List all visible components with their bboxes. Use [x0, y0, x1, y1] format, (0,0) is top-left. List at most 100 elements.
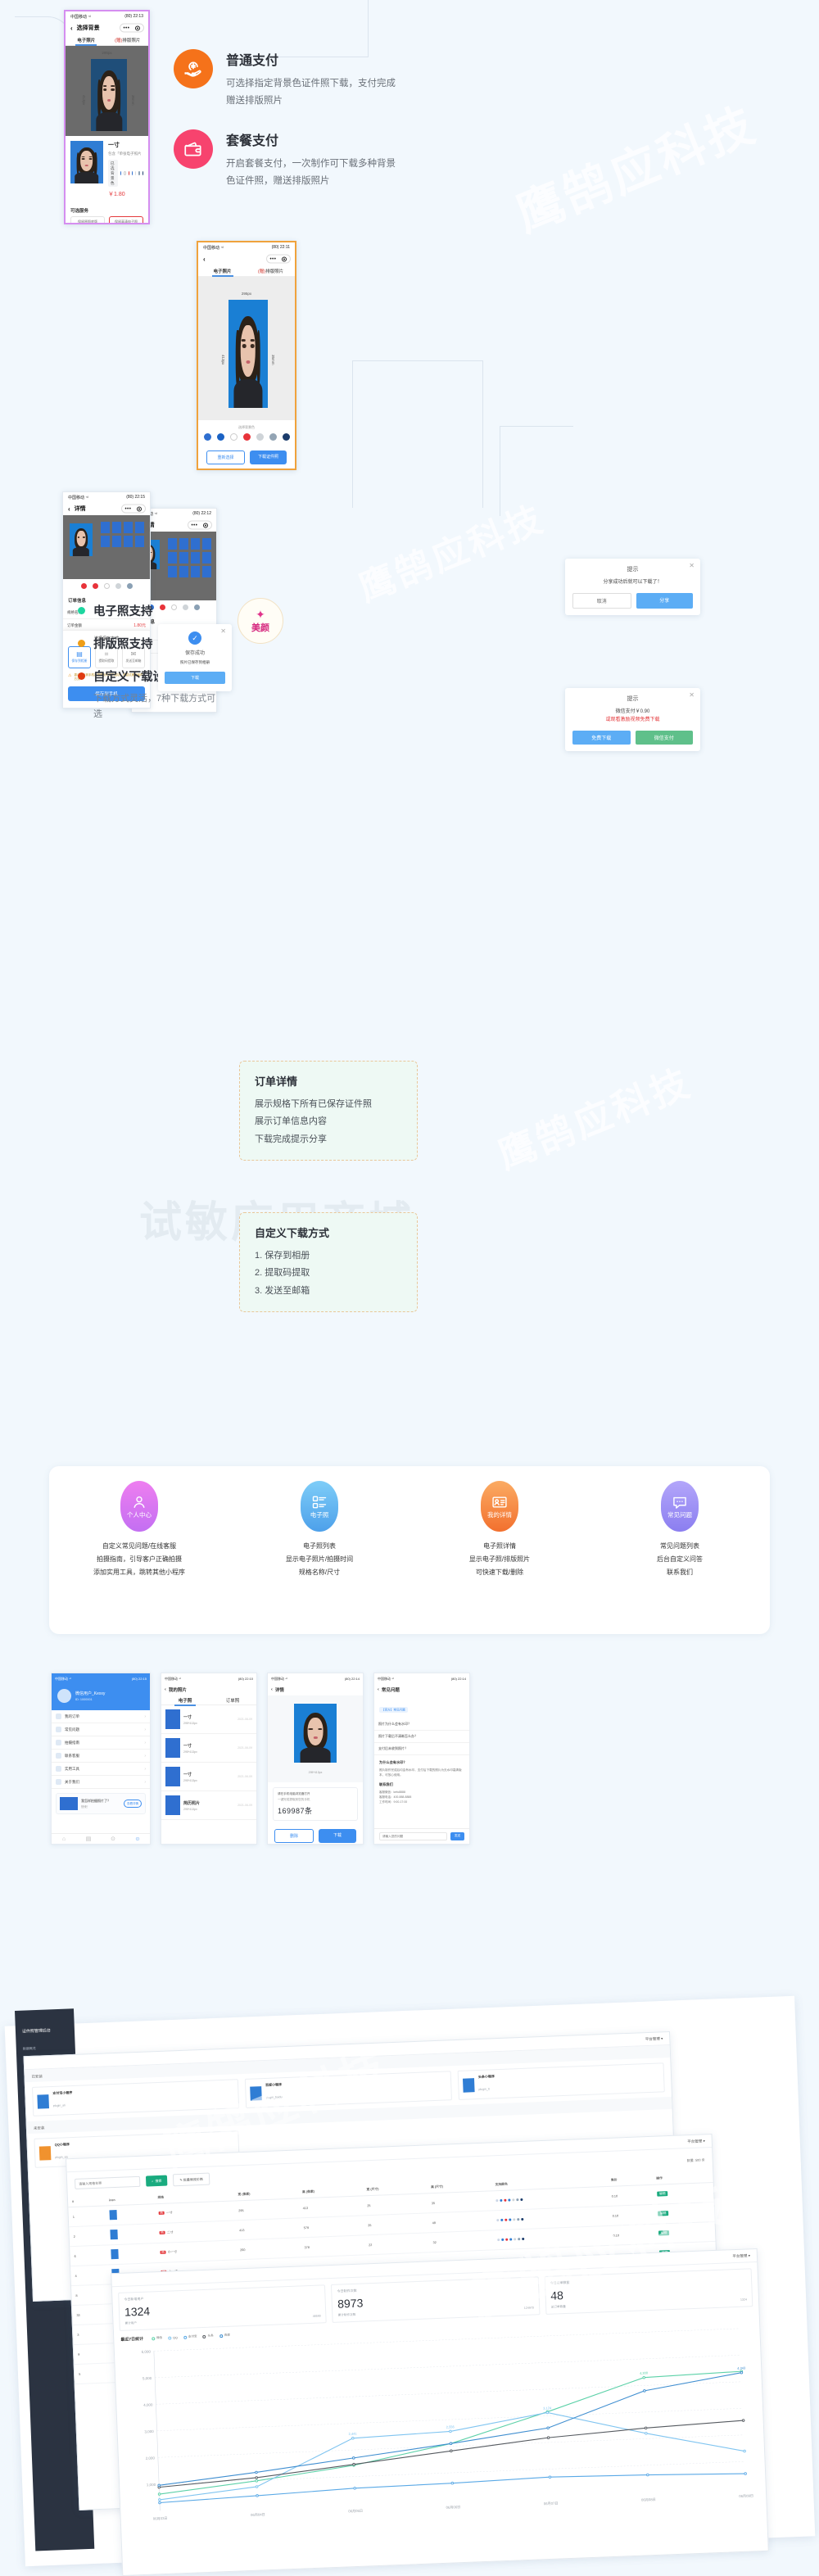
tab-photos-icon[interactable]: ▤: [76, 1834, 101, 1844]
faq-item[interactable]: 照片为什么会有水印？: [374, 1718, 469, 1731]
question-input[interactable]: [379, 1832, 447, 1840]
plugin-card[interactable]: 百度小程序 plugin_baidu: [244, 2071, 452, 2108]
list-item[interactable]: 一寸 295*413px 2021-06-09: [161, 1734, 256, 1763]
color-swatch[interactable]: [269, 433, 277, 441]
batch-edit-button[interactable]: ✎ 批量修改价格: [173, 2172, 210, 2187]
dialog-payment[interactable]: ✕ 提示 微信支付￥0.90 或观看激励视频免费下载 免费下载 微信支付: [565, 688, 700, 752]
list-item[interactable]: 一寸 295*413px 2021-06-09: [161, 1763, 256, 1791]
color-swatch[interactable]: [103, 583, 110, 589]
legend-item[interactable]: 支付宝: [183, 2334, 197, 2339]
delete-button[interactable]: 删除: [274, 1829, 314, 1843]
close-target-icon[interactable]: [137, 506, 143, 511]
plugin-card[interactable]: 支付宝小程序 plugin_ali: [31, 2079, 240, 2116]
dashboard-stats[interactable]: 平台管理 ▾ 今日新增用户 1324 累计用户 46590 今日制作次数 8973…: [111, 2248, 769, 2576]
tab-electronic[interactable]: 电子照: [161, 1697, 209, 1704]
wechat-capsule[interactable]: •••: [121, 504, 146, 514]
color-swatch[interactable]: [242, 433, 251, 441]
more-icon[interactable]: •••: [125, 506, 132, 511]
tab-electronic-photo[interactable]: 电子照片: [66, 37, 107, 43]
back-icon[interactable]: ‹: [203, 256, 206, 263]
download-button[interactable]: 下载: [165, 671, 225, 684]
tab-profile-icon[interactable]: ☺: [125, 1834, 150, 1844]
dialog-share[interactable]: ✕ 提示 分享成功后就可以下载了！ 取消 分享: [565, 559, 700, 616]
optional-services[interactable]: 保留原照底版 ￥0.90 保留高清电子照 ￥1.80: [66, 216, 148, 223]
tab-layout-photo[interactable]: (赠)排版照片: [247, 268, 295, 274]
send-button[interactable]: 发送: [450, 1832, 464, 1840]
search-input[interactable]: [74, 2175, 141, 2189]
download-button[interactable]: 下载: [319, 1829, 356, 1843]
color-swatch[interactable]: [229, 433, 238, 441]
back-icon[interactable]: ‹: [165, 1687, 166, 1692]
reselect-button[interactable]: 重新选择: [206, 450, 245, 464]
phone-faq[interactable]: 中国移动 ᐧᵈ (80) 22:14 ‹ 常见问题 【官方】常见问题 照片为什么…: [373, 1673, 470, 1845]
color-swatch[interactable]: [138, 171, 140, 175]
color-swatch[interactable]: [92, 583, 98, 589]
wechat-capsule[interactable]: •••: [188, 520, 212, 530]
color-swatch[interactable]: [216, 433, 224, 441]
color-swatch[interactable]: [203, 433, 211, 441]
cell-action[interactable]: 编辑: [652, 2182, 714, 2205]
phone-photo-detail[interactable]: 中国移动 ᐧᵈ (80) 22:14 ‹ 详情 295*413px 请在手机电脑…: [267, 1673, 364, 1845]
color-swatch[interactable]: [256, 433, 264, 441]
picker-actions[interactable]: 重新选择 下载证件照: [198, 446, 295, 469]
color-swatch[interactable]: [115, 583, 121, 589]
tab-home-icon[interactable]: ⌂: [52, 1834, 76, 1844]
close-target-icon[interactable]: [282, 256, 287, 261]
legend-item[interactable]: QQ: [168, 2336, 178, 2340]
wechat-capsule[interactable]: •••: [120, 23, 144, 33]
wechat-capsule[interactable]: •••: [266, 254, 291, 264]
back-icon[interactable]: ‹: [271, 1687, 273, 1692]
option-keep-hd[interactable]: 保留高清电子照 ￥1.80: [109, 216, 143, 223]
wechat-pay-button[interactable]: 微信支付: [635, 731, 693, 745]
background-color-picker[interactable]: [63, 579, 150, 593]
share-button[interactable]: 分享: [636, 593, 693, 609]
phone-background-picker[interactable]: 中国移动 ᐧᵈ (80) 22:11 ‹ ••• 电子照片 (赠)排版照片 29…: [197, 241, 296, 470]
tab-order[interactable]: 订单照: [209, 1697, 256, 1704]
tab-orders-icon[interactable]: ⊙: [101, 1834, 125, 1844]
phone-select-background[interactable]: 中国移动 ᐧᵈ (80) 22:13 ‹ 选择背景 ••• 电子照片 (赠)排版…: [64, 10, 150, 224]
faq-item[interactable]: 支付后未收到照片？: [374, 1743, 469, 1755]
color-swatch[interactable]: [123, 171, 126, 175]
close-icon[interactable]: ✕: [689, 563, 695, 569]
photo-type-tabs[interactable]: 电子照片 (赠)排版照片: [66, 34, 148, 46]
menu-item-tools[interactable]: 实用工具 ›: [52, 1763, 150, 1776]
background-color-picker[interactable]: 选择背景色: [198, 420, 295, 446]
photo-type-tabs[interactable]: 电子照片 (赠)排版照片: [198, 265, 295, 277]
menu-item-faq[interactable]: 常见问题 ›: [52, 1723, 150, 1736]
color-swatch[interactable]: [80, 583, 87, 589]
phone-user-center[interactable]: 中国移动 ᐧᵈ (80) 22:15 微信用户_Kexxy ID: 100000…: [51, 1673, 151, 1845]
plugin-card[interactable]: 头条小程序 plugin_tt: [457, 2062, 665, 2100]
more-icon[interactable]: •••: [124, 25, 130, 30]
platform-selector[interactable]: 平台管理 ▾: [645, 2036, 663, 2042]
menu-item-orders[interactable]: 我的订单 ›: [52, 1710, 150, 1723]
platform-selector[interactable]: 平台管理 ▾: [732, 2253, 750, 2259]
download-button[interactable]: 下载证件照: [250, 450, 287, 464]
legend-item[interactable]: 头条: [202, 2334, 214, 2339]
dialog-save-success[interactable]: ✕ ✓ 保存成功 照片已保存到相册 下载: [158, 624, 232, 691]
faq-item[interactable]: 照片下载后不清晰怎么办？: [374, 1731, 469, 1743]
promo-banner[interactable]: 我怎样拍摄照片了？ 快来！ 查看详情: [56, 1793, 146, 1814]
back-icon[interactable]: ‹: [70, 25, 73, 32]
menu-item-about[interactable]: 关于我们 ›: [52, 1776, 150, 1789]
legend-item[interactable]: 微信: [152, 2336, 162, 2341]
back-icon[interactable]: ‹: [378, 1687, 379, 1692]
legend-item[interactable]: 百度: [219, 2334, 230, 2338]
close-target-icon[interactable]: [135, 25, 141, 30]
color-swatch[interactable]: [282, 433, 290, 441]
more-icon[interactable]: •••: [270, 256, 277, 261]
tab-electronic-photo[interactable]: 电子照片: [198, 268, 247, 274]
platform-selector[interactable]: 平台管理 ▾: [687, 2139, 705, 2144]
menu-item-service[interactable]: 联系客服 ›: [52, 1750, 150, 1763]
color-swatch[interactable]: [120, 171, 121, 175]
back-icon[interactable]: ‹: [68, 505, 70, 513]
photo-tabs[interactable]: 电子照 订单照: [161, 1695, 256, 1705]
close-target-icon[interactable]: [203, 523, 209, 527]
tab-layout-photo[interactable]: (赠)排版照片: [107, 37, 149, 43]
list-item[interactable]: 一寸 295*413px 2021-06-09: [161, 1705, 256, 1734]
cell-action[interactable]: 编辑: [653, 2202, 715, 2225]
more-icon[interactable]: •••: [192, 523, 198, 527]
tab-bar[interactable]: ⌂ ▤ ⊙ ☺: [52, 1833, 150, 1844]
color-swatch[interactable]: [126, 583, 133, 589]
close-icon[interactable]: ✕: [689, 692, 695, 699]
phone-my-photos[interactable]: 中国移动 ᐧᵈ (80) 22:10 ‹ 我的照片 电子照 订单照 一寸 295…: [161, 1673, 257, 1845]
